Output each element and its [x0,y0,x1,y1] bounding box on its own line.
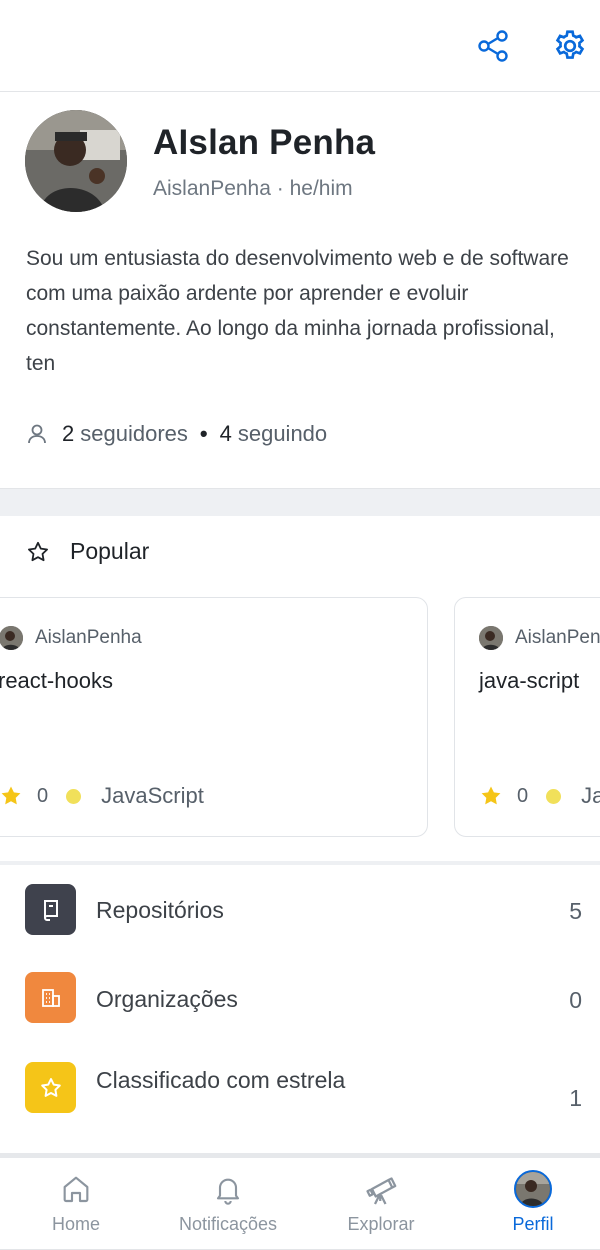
star-icon [25,1062,76,1113]
tab-label: Notificações [178,1214,278,1234]
profile-lists: Repositórios 5 Organizações 0 Classifica… [0,865,600,1155]
profile-name: AIslan Penha [153,123,376,162]
star-outline-icon [28,541,48,561]
profile-bio: Sou um entusiasta do desenvolvimento web… [26,247,569,375]
tab-label: Perfil [512,1214,554,1234]
repo-owner: AislanPenha [479,626,600,650]
home-icon [60,1170,92,1208]
list-count: 0 [569,987,582,1013]
repo-language: JavaScript [581,783,600,808]
repo-meta: 0 JavaScript [479,783,600,809]
bell-icon [212,1170,244,1208]
language-dot [66,788,82,804]
repo-name: react-hooks [0,668,113,693]
tab-explore[interactable]: Explorar [306,1170,456,1235]
telescope-icon [363,1170,399,1208]
list-item-organizations[interactable]: Organizações 0 [0,955,600,1045]
star-filled-icon [481,786,501,805]
avatar [514,1170,552,1208]
follow-stats[interactable]: 2 seguidores • 4 seguindo [26,421,327,447]
following-count: 4 [219,421,232,446]
person-icon [28,424,46,444]
following-label[interactable]: seguindo [238,421,327,447]
section-divider [0,488,600,516]
share-icon[interactable] [473,26,513,66]
repo-owner-name: AislanPenha [35,627,142,648]
owner-avatar [479,626,503,650]
repo-card[interactable]: AislanPenha java-script 0 JavaScript [454,597,600,837]
repo-stars: 0 [517,784,529,807]
tab-label: Home [51,1214,100,1234]
repo-owner: AislanPenha [0,626,142,650]
top-bar [0,0,600,92]
followers-count: 2 [62,421,75,446]
language-dot [546,788,562,804]
profile-section: AIslan Penha AislanPenha · he/him Sou um… [0,93,600,488]
repo-card[interactable]: AislanPenha react-hooks 0 JavaScript [0,597,428,837]
list-label: Organizações [96,986,238,1012]
list-item-repositories[interactable]: Repositórios 5 [0,865,600,955]
repo-language: JavaScript [101,783,204,808]
repo-owner-name: AislanPenha [515,627,600,648]
repo-icon [25,884,76,935]
list-label: Repositórios [96,897,224,923]
profile-handle: AislanPenha · he/him [153,177,353,200]
organization-icon [25,972,76,1023]
tab-label: Explorar [347,1214,415,1234]
repo-name: java-script [479,668,580,693]
popular-title: Popular [70,538,150,564]
tab-profile[interactable]: Perfil [458,1170,600,1235]
follow-separator: • [199,421,208,446]
list-label: Classificado com estrela [96,1067,346,1093]
avatar[interactable] [25,110,127,212]
list-item-starred[interactable]: Classificado com estrela 1 [0,1045,600,1155]
list-count: 5 [569,898,582,924]
popular-header: Popular [26,538,149,565]
repo-meta: 0 JavaScript [0,783,204,809]
popular-section: Popular AislanPenha react-hooks 0 JavaSc… [0,516,600,861]
star-filled-icon [1,786,21,805]
followers-label[interactable]: seguidores [80,421,188,447]
repo-stars: 0 [37,784,49,807]
gear-icon[interactable] [550,26,590,66]
list-count: 1 [569,1085,582,1111]
tab-notifications[interactable]: Notificações [153,1170,303,1235]
bottom-tab-bar: Home Notificações Explorar Perfil [0,1158,600,1250]
owner-avatar [0,626,23,650]
tab-home[interactable]: Home [1,1170,151,1235]
